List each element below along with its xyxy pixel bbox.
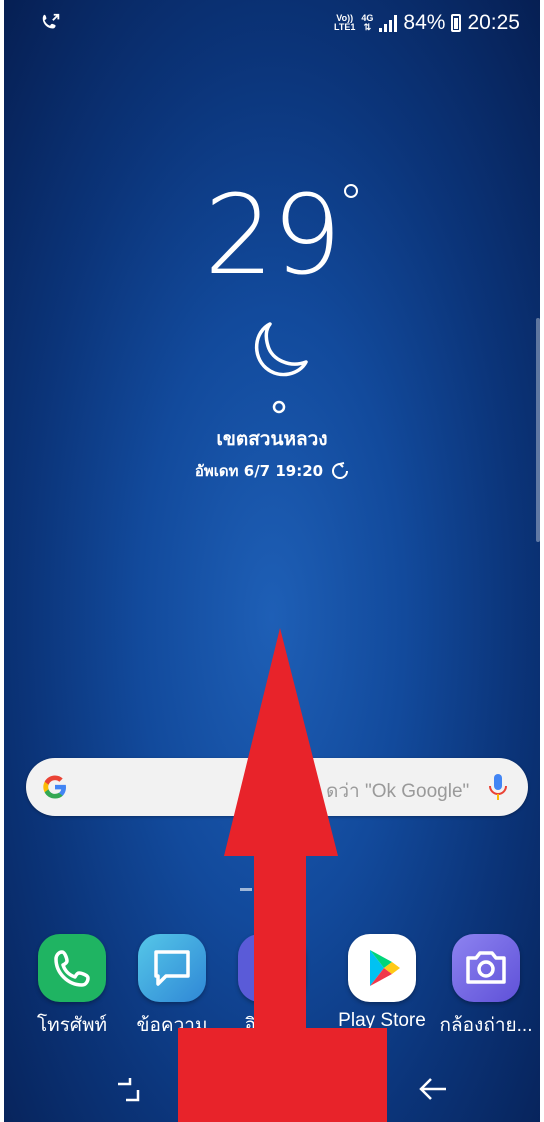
app-label: Play Store	[338, 1010, 426, 1031]
network-type: 4G ⇅	[361, 13, 374, 32]
app-messages[interactable]: ข้อความ	[122, 934, 222, 1040]
app-phone[interactable]: โทรศัพท์	[22, 934, 122, 1040]
weather-widget[interactable]: 29	[4, 180, 540, 290]
crescent-moon-icon	[255, 322, 308, 377]
updated-text: อัพเดท 6/7 19:20	[194, 462, 324, 480]
battery-percent: 84%	[403, 11, 446, 34]
status-bar: Vo)) LTE1 4G ⇅ 84% 20:25	[4, 0, 540, 46]
status-time: 20:25	[467, 11, 520, 34]
app-play-store[interactable]: Play Store	[332, 934, 432, 1032]
weather-updated[interactable]: อัพเดท 6/7 19:20	[4, 459, 540, 483]
microphone-icon[interactable]	[488, 772, 508, 802]
edge-panel-handle[interactable]	[536, 318, 540, 542]
message-icon	[138, 934, 206, 1002]
refresh-icon[interactable]	[331, 462, 349, 480]
battery-icon	[451, 14, 462, 32]
app-internet[interactable]: อิน นิ๊ต	[222, 934, 322, 1040]
app-label: อิน นิ๊ต	[244, 1015, 300, 1036]
google-g-icon	[43, 775, 66, 799]
page-indicator	[240, 886, 269, 893]
app-camera[interactable]: กล้องถ่าย...	[436, 934, 536, 1040]
search-hint: ดว่า "Ok Google"	[326, 781, 470, 802]
location-pin-icon	[272, 400, 286, 414]
app-label: ข้อความ	[136, 1015, 208, 1036]
degree-icon	[343, 184, 358, 198]
volte-indicator: Vo)) LTE1	[334, 13, 356, 32]
recent-apps-icon[interactable]	[116, 1074, 142, 1104]
camera-icon	[452, 934, 520, 1002]
arrow-shape	[178, 628, 387, 1122]
play-store-icon	[348, 934, 416, 1002]
temperature: 29	[204, 171, 342, 299]
call-forward-icon	[42, 13, 60, 29]
app-label: โทรศัพท์	[36, 1015, 108, 1036]
app-label: กล้องถ่าย...	[439, 1015, 533, 1036]
home-screen: Vo)) LTE1 4G ⇅ 84% 20:25 29 เขตสวนหลวง อ…	[4, 0, 540, 1122]
signal-icon	[379, 14, 398, 32]
weather-location: เขตสวนหลวง	[216, 428, 328, 450]
google-search-bar[interactable]: ดว่า "Ok Google"	[26, 758, 528, 816]
back-arrow-icon[interactable]	[418, 1074, 448, 1104]
page-dot	[262, 886, 269, 893]
home-page-indicator	[240, 888, 252, 891]
phone-icon	[38, 934, 106, 1002]
internet-icon	[238, 934, 306, 1002]
